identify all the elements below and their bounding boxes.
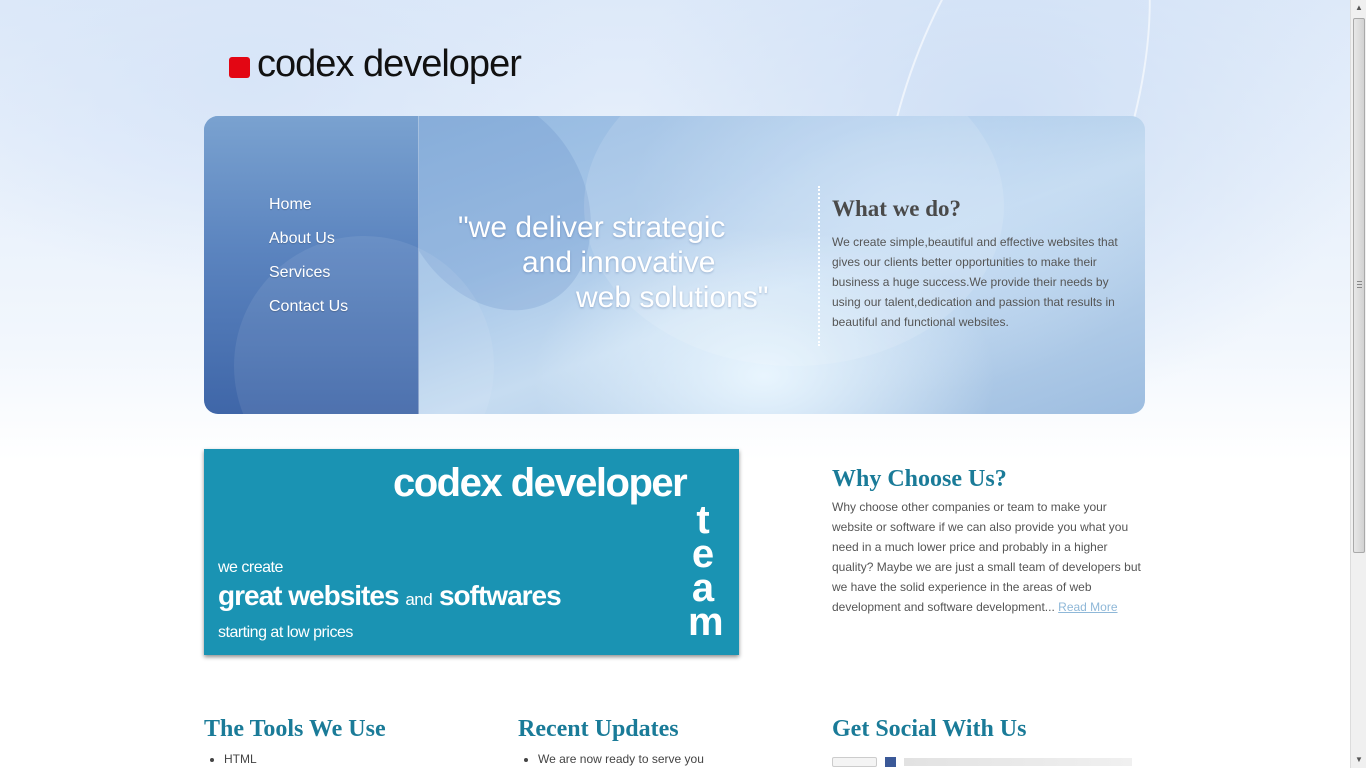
social-section: Get Social With Us	[832, 716, 1132, 767]
site-logo[interactable]: codex developer	[229, 40, 522, 88]
social-text-placeholder	[904, 758, 1132, 766]
what-we-do-section: What we do? We create simple,beautiful a…	[832, 196, 1132, 332]
nav-link-home[interactable]: Home	[269, 196, 312, 213]
tagline-line-2: and innovative	[522, 246, 716, 279]
tools-list: HTML	[224, 751, 504, 767]
scrollbar-grip-icon	[1357, 281, 1362, 288]
banner-team-letter: m	[688, 600, 724, 644]
nav-item-contact: Contact Us	[269, 296, 348, 330]
scrollbar-thumb[interactable]	[1353, 18, 1365, 553]
nav-link-services[interactable]: Services	[269, 264, 330, 281]
banner-line-2-a: great websites	[218, 580, 400, 611]
banner-line-1: we create	[218, 559, 283, 576]
tools-section: The Tools We Use HTML	[204, 716, 504, 767]
read-more-link[interactable]: Read More	[1058, 600, 1117, 614]
banner-team-word: t e a m	[688, 500, 724, 644]
updates-section: Recent Updates We are now ready to serve…	[518, 716, 818, 767]
banner-line-2-b: and	[405, 590, 433, 609]
scroll-up-icon[interactable]: ▲	[1351, 0, 1366, 16]
vertical-scrollbar[interactable]: ▲ ▼	[1350, 0, 1366, 768]
what-we-do-text: We create simple,beautiful and effective…	[832, 235, 1118, 329]
banner-line-3: starting at low prices	[218, 624, 353, 641]
hero-tagline: "we deliver strategic and innovative web…	[458, 210, 798, 315]
why-choose-section: Why Choose Us? Why choose other companie…	[832, 466, 1142, 617]
logo-text: codex developer	[257, 42, 522, 85]
facebook-icon	[884, 757, 897, 767]
banner-title: codex developer	[393, 461, 688, 505]
nav-item-about: About Us	[269, 228, 348, 262]
why-choose-body: Why choose other companies or team to ma…	[832, 500, 1141, 614]
tools-title: The Tools We Use	[204, 716, 386, 742]
what-we-do-title: What we do?	[832, 196, 962, 221]
why-choose-title: Why Choose Us?	[832, 466, 1007, 492]
tagline-line-3: web solutions"	[576, 281, 769, 314]
team-banner[interactable]: codex developer t e a m we create great …	[204, 449, 739, 655]
nav-item-services: Services	[269, 262, 348, 296]
nav-item-home: Home	[269, 194, 348, 228]
why-choose-text: Why choose other companies or team to ma…	[832, 497, 1142, 617]
social-widget	[832, 757, 1132, 767]
banner-line-2: great websites and softwares	[218, 580, 562, 612]
social-title: Get Social With Us	[832, 716, 1027, 742]
updates-list: We are now ready to serve you	[538, 751, 818, 767]
scroll-down-icon[interactable]: ▼	[1351, 752, 1366, 768]
nav-list: Home About Us Services Contact Us	[269, 194, 348, 330]
banner-line-2-c: softwares	[438, 580, 562, 611]
updates-title: Recent Updates	[518, 716, 679, 742]
main-navigation: Home About Us Services Contact Us	[204, 116, 494, 414]
nav-link-about[interactable]: About Us	[269, 230, 335, 247]
hero-panel: Home About Us Services Contact Us "we de…	[204, 116, 1145, 414]
hero-divider	[818, 186, 820, 346]
tagline-line-1: "we deliver strategic	[458, 211, 726, 244]
like-button[interactable]	[832, 757, 877, 767]
nav-link-contact[interactable]: Contact Us	[269, 298, 348, 315]
logo-mark-icon	[229, 56, 250, 78]
list-item[interactable]: We are now ready to serve you	[538, 751, 818, 767]
list-item: HTML	[224, 751, 504, 767]
